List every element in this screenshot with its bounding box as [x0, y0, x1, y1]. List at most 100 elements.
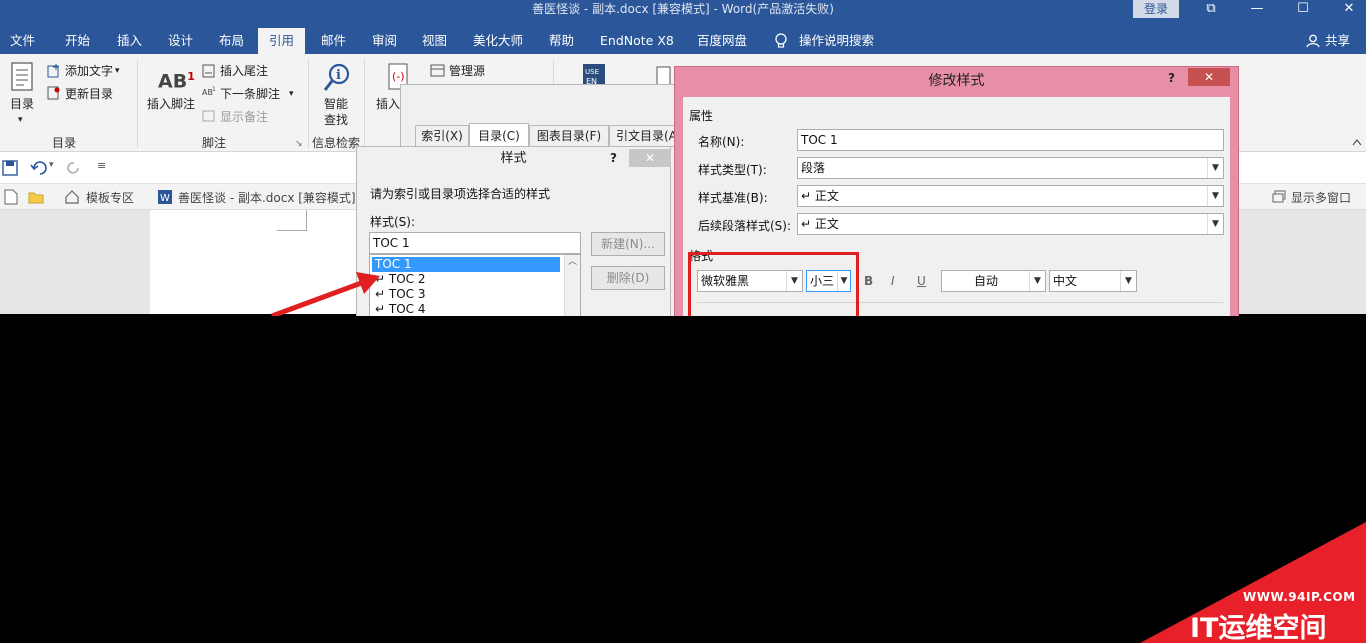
group-label-footnote: 脚注 [202, 136, 227, 150]
undo-icon[interactable] [30, 160, 48, 176]
group-divider [364, 60, 365, 148]
next-footnote-icon: AB 1 [202, 86, 216, 97]
next-paragraph-select[interactable]: ↵ 正文 ▼ [797, 213, 1224, 235]
style-name-input[interactable]: TOC 1 [369, 232, 581, 254]
tab-index[interactable]: 索引(X) [415, 125, 469, 147]
tab-design[interactable]: 设计 [168, 28, 193, 54]
collapse-ribbon-icon[interactable] [1352, 138, 1362, 146]
table-of-contents-icon[interactable] [10, 62, 36, 92]
add-text-dropdown-arrow[interactable]: ▾ [115, 63, 120, 79]
style-prompt-label: 请为索引或目录项选择合适的样式 [370, 187, 551, 201]
font-color-select[interactable]: 自动 ▼ [941, 270, 1046, 292]
folder-icon[interactable] [28, 190, 44, 204]
insert-citation-button[interactable]: 插入 [376, 96, 400, 112]
tab-file[interactable]: 文件 [10, 28, 35, 54]
tab-meihua[interactable]: 美化大师 [473, 28, 523, 54]
group-label-research: 信息检索 [312, 136, 361, 150]
tab-review[interactable]: 审阅 [372, 28, 397, 54]
new-document-icon[interactable] [4, 189, 18, 205]
footnote-dialog-launcher-icon[interactable]: ↘ [295, 136, 303, 152]
list-item-toc4[interactable]: ↵ TOC 4 [372, 302, 560, 317]
style-type-select[interactable]: 段落 ▼ [797, 157, 1224, 179]
scroll-up-icon[interactable]: ︿ [565, 255, 580, 269]
chevron-down-icon[interactable]: ▼ [1207, 186, 1223, 206]
tell-me-search[interactable]: 操作说明搜索 [799, 28, 874, 54]
tab-table-of-authorities[interactable]: 引文目录(A [609, 125, 679, 147]
share-button[interactable]: 共享 [1325, 28, 1350, 54]
tab-table-of-figures[interactable]: 图表目录(F) [529, 125, 609, 147]
login-button[interactable]: 登录 [1133, 0, 1179, 18]
group-label-toc: 目录 [52, 136, 77, 150]
tab-home[interactable]: 开始 [65, 28, 90, 54]
language-select[interactable]: 中文 ▼ [1049, 270, 1137, 292]
help-button[interactable]: ? [610, 151, 617, 165]
ribbon-display-icon[interactable]: ⧉ [1188, 0, 1234, 18]
customize-qat-icon[interactable]: ≡ [97, 159, 106, 172]
smart-lookup-icon[interactable]: i [322, 62, 352, 94]
person-icon [1306, 34, 1320, 48]
help-button[interactable]: ? [1168, 71, 1175, 85]
insert-footnote-icon[interactable]: AB1 [158, 66, 195, 92]
margin-mark [277, 230, 307, 231]
list-item-toc1[interactable]: TOC 1 [372, 257, 560, 272]
minimize-button[interactable]: — [1234, 0, 1280, 18]
manage-sources-button[interactable]: 管理源 [449, 63, 485, 79]
delete-style-button[interactable]: 删除(D) [591, 266, 665, 290]
document-tab[interactable]: 善医怪谈 - 副本.docx [兼容模式] [178, 189, 356, 206]
close-button[interactable]: ✕ [1188, 68, 1230, 86]
manage-sources-icon [430, 64, 445, 77]
insert-footnote-button[interactable]: 插入脚注 [147, 96, 195, 112]
chevron-down-icon[interactable]: ▼ [1207, 214, 1223, 234]
redo-icon[interactable] [66, 160, 82, 176]
next-footnote-dropdown-arrow[interactable]: ▾ [289, 86, 294, 102]
tab-references[interactable]: 引用 [258, 28, 306, 54]
group-divider [137, 60, 138, 148]
svg-text:(-): (-) [392, 70, 405, 83]
add-text-button[interactable]: 添加文字 [65, 63, 113, 79]
svg-text:i: i [336, 68, 341, 83]
close-window-button[interactable]: ✕ [1326, 0, 1366, 18]
style-dialog: 样式 ? ✕ 请为索引或目录项选择合适的样式 样式(S): TOC 1 TOC … [356, 146, 671, 325]
undo-dropdown-arrow[interactable]: ▾ [49, 160, 54, 170]
insert-endnote-button[interactable]: 插入尾注 [220, 63, 268, 79]
smart-lookup-line2[interactable]: 查找 [324, 112, 348, 128]
chevron-down-icon[interactable]: ▼ [1120, 271, 1136, 291]
tab-mailings[interactable]: 邮件 [321, 28, 346, 54]
close-button[interactable]: ✕ [629, 149, 671, 167]
tab-insert[interactable]: 插入 [117, 28, 142, 54]
show-multi-window-button[interactable]: 显示多窗口 [1291, 189, 1351, 206]
styles-list[interactable]: TOC 1 ↵ TOC 2 ↵ TOC 3 ↵ TOC 4 ︿ [369, 254, 581, 325]
section-properties-label: 属性 [689, 109, 714, 123]
list-item-toc2[interactable]: ↵ TOC 2 [372, 272, 560, 287]
italic-button[interactable]: I [891, 274, 895, 288]
based-on-select[interactable]: ↵ 正文 ▼ [797, 185, 1224, 207]
next-footnote-button[interactable]: 下一条脚注 [220, 86, 280, 102]
based-on-label: 样式基准(B): [698, 191, 768, 205]
underline-button[interactable]: U [917, 274, 926, 288]
smart-lookup-line1[interactable]: 智能 [324, 96, 348, 112]
template-zone-tab[interactable]: 模板专区 [86, 189, 134, 206]
tab-layout[interactable]: 布局 [219, 28, 244, 54]
new-style-button[interactable]: 新建(N)... [591, 232, 665, 256]
save-icon[interactable] [2, 160, 18, 176]
tab-toc[interactable]: 目录(C) [469, 123, 529, 148]
bold-button[interactable]: B [864, 274, 873, 288]
home-icon[interactable] [64, 189, 80, 205]
svg-text:W: W [160, 193, 170, 204]
chevron-down-icon[interactable]: ▼ [1029, 271, 1045, 291]
show-notes-button[interactable]: 显示备注 [220, 109, 268, 125]
chevron-down-icon[interactable]: ▼ [1207, 158, 1223, 178]
lightbulb-icon [775, 33, 787, 48]
style-type-value: 段落 [801, 161, 826, 175]
maximize-button[interactable]: ☐ [1280, 0, 1326, 18]
tab-view[interactable]: 视图 [422, 28, 447, 54]
update-toc-button[interactable]: 更新目录 [65, 86, 113, 102]
style-name-field[interactable]: TOC 1 [797, 129, 1224, 151]
scrollbar[interactable]: ︿ [564, 255, 580, 324]
list-item-toc3[interactable]: ↵ TOC 3 [372, 287, 560, 302]
tab-help[interactable]: 帮助 [549, 28, 574, 54]
toc-dropdown-arrow[interactable]: ▾ [18, 112, 23, 128]
tab-baidu[interactable]: 百度网盘 [697, 28, 747, 54]
toc-button[interactable]: 目录 [10, 96, 34, 112]
tab-endnote[interactable]: EndNote X8 [600, 28, 674, 54]
